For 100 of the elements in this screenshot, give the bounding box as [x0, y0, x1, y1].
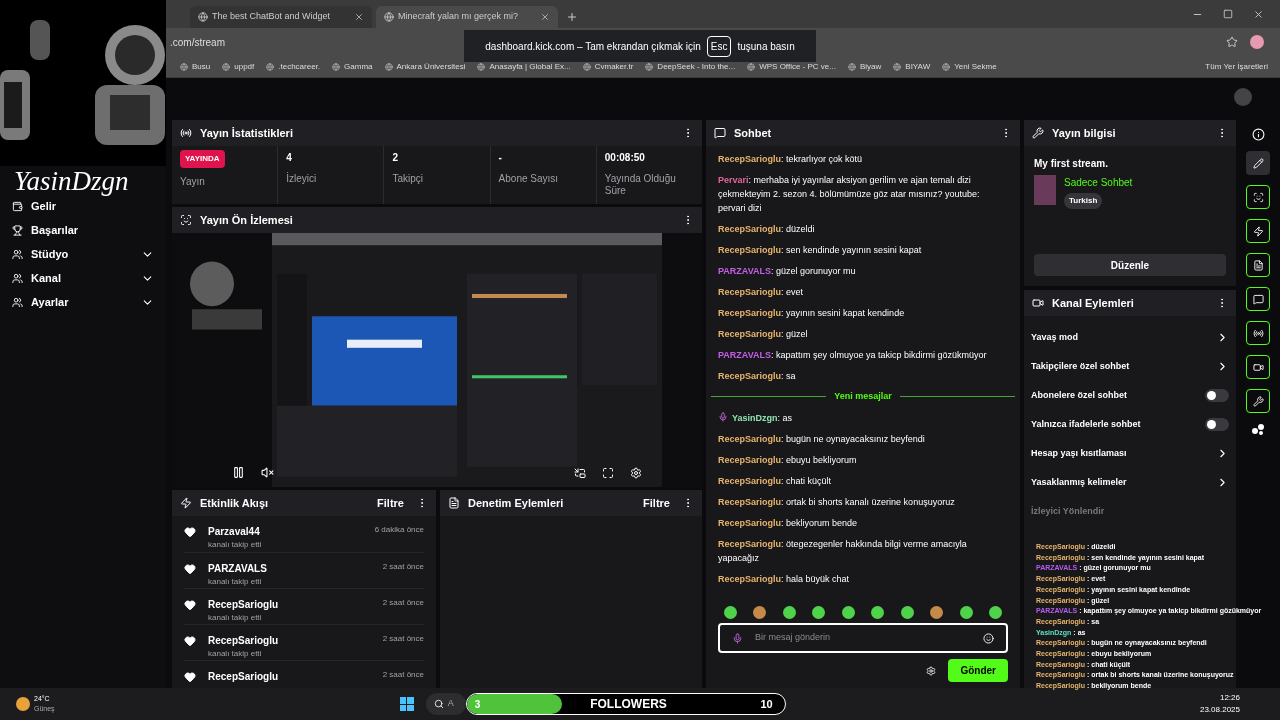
- channel-action-label[interactable]: Yavaş mod: [1031, 330, 1216, 345]
- event-action: kanalı takip etti: [208, 539, 263, 551]
- camera-icon[interactable]: [1246, 355, 1270, 379]
- panel-title: Etkinlik Akışı: [200, 495, 269, 511]
- picture-in-picture-icon[interactable]: [574, 467, 586, 479]
- globe-icon: [942, 62, 951, 71]
- chat-message: RecepSarioglu: bekliyorum bende: [718, 516, 858, 530]
- bookmark-link[interactable]: Gamma: [332, 60, 373, 73]
- bookmark-link[interactable]: Anasayfa | Global Ex...: [477, 60, 571, 73]
- sidebar-item[interactable]: Ayarlar: [31, 293, 133, 311]
- channel-action-label[interactable]: Yalnızca ifadelerle sohbet: [1031, 417, 1205, 432]
- channel-action-label[interactable]: Abonelere özel sohbet: [1031, 388, 1205, 403]
- channel-action-label: İzleyici Yönlendir: [1031, 504, 1106, 518]
- scan-icon: [180, 214, 192, 226]
- edit-icon[interactable]: [1246, 151, 1270, 175]
- heart-icon: [184, 635, 196, 647]
- globe-icon: [332, 62, 341, 71]
- close-icon[interactable]: [354, 12, 364, 22]
- globe-icon: [180, 62, 188, 71]
- bookmark-link[interactable]: Cvmaker.tr: [582, 60, 634, 73]
- sidebar-item[interactable]: Kanal: [31, 269, 133, 287]
- send-button[interactable]: Gönder: [948, 659, 1008, 682]
- emote-icon[interactable]: [930, 606, 944, 619]
- lightning-icon[interactable]: [1246, 219, 1270, 243]
- globe-icon: [893, 62, 902, 71]
- panel-title: Denetim Eylemleri: [468, 495, 564, 511]
- settings-icon[interactable]: [630, 467, 642, 479]
- pause-icon[interactable]: [232, 466, 245, 479]
- browser-tab[interactable]: The best ChatBot and Widget: [190, 6, 372, 28]
- emote-icon[interactable]: [812, 606, 826, 619]
- all-bookmarks-link[interactable]: Tüm Yer İşaretleri: [1205, 60, 1268, 73]
- emote-icon[interactable]: [782, 606, 796, 619]
- new-tab-icon[interactable]: [566, 11, 578, 23]
- avatar-icon[interactable]: [1250, 35, 1264, 49]
- bookmark-link[interactable]: BIYAW: [893, 60, 931, 73]
- globe-icon: [384, 12, 394, 22]
- bookmark-link[interactable]: uppdf: [222, 60, 255, 73]
- toggle-switch[interactable]: [1205, 418, 1229, 431]
- scan-icon[interactable]: [1246, 185, 1270, 209]
- bookmark-link[interactable]: Busu: [180, 60, 211, 73]
- category-link[interactable]: Sadece Sohbet: [1064, 175, 1133, 190]
- emote-icon[interactable]: [724, 606, 737, 619]
- bookmark-link[interactable]: .techcareer.: [266, 60, 321, 73]
- filter-button[interactable]: Filtre: [643, 494, 670, 512]
- channel-action-label[interactable]: Yasaklanmış kelimeler: [1031, 475, 1216, 490]
- emote-icon[interactable]: [900, 606, 914, 619]
- broadcast-icon: [180, 127, 192, 139]
- document-icon: [448, 497, 460, 509]
- panel-title: Kanal Eylemleri: [1052, 295, 1134, 311]
- followers-goal: 10: [760, 696, 773, 712]
- bookmark-link[interactable]: Yeni Sekme: [942, 60, 997, 73]
- maximize-icon[interactable]: [1223, 9, 1233, 19]
- chat-message: RecepSarioglu: yayının sesini kapat kendinde: [718, 307, 905, 320]
- chat-message: RecepSarioglu: ebuyu bekliyorum: [718, 453, 857, 467]
- channel-action-label[interactable]: Hesap yaşı kısıtlaması: [1031, 446, 1216, 461]
- emote-icon[interactable]: [753, 606, 767, 619]
- bookmark-link[interactable]: DeepSeek - Into the...: [645, 60, 736, 73]
- edit-button[interactable]: Düzenle: [1034, 254, 1226, 276]
- message-input[interactable]: Bir mesaj gönderin: [718, 623, 1008, 653]
- taskbar-search[interactable]: A: [425, 693, 466, 715]
- filter-button[interactable]: Filtre: [377, 494, 404, 512]
- sidebar-item[interactable]: Stüdyo: [31, 245, 133, 263]
- sidebar-item[interactable]: Gelir: [31, 197, 154, 215]
- emote-icon[interactable]: [871, 606, 885, 619]
- emote-icon[interactable]: [841, 606, 855, 619]
- keyboard-key: Esc: [706, 35, 732, 57]
- bookmark-link[interactable]: Ankara Üniversitesi: [384, 60, 466, 73]
- chat-message: RecepSarioglu: chati küçült: [718, 474, 832, 488]
- close-icon[interactable]: [540, 12, 550, 22]
- panel-title: Yayın İstatistikleri: [200, 125, 293, 141]
- toggle-switch[interactable]: [1205, 389, 1229, 402]
- settings-icon[interactable]: [926, 665, 937, 676]
- broadcast-icon[interactable]: [1246, 321, 1270, 345]
- windows-icon[interactable]: [399, 697, 414, 711]
- chat-icon[interactable]: [1246, 287, 1270, 311]
- bookmark-link[interactable]: Biyaw: [847, 60, 882, 73]
- emote-icon[interactable]: [959, 606, 973, 619]
- panel-title: Yayın bilgisi: [1052, 125, 1116, 141]
- language-tag: Turkish: [1064, 193, 1103, 209]
- browser-tab[interactable]: Minecraft yalan mı gerçek mi?: [376, 6, 558, 28]
- stat-label: Yayın: [180, 176, 206, 188]
- address-field[interactable]: .com/stream: [170, 34, 225, 50]
- document-icon[interactable]: [1246, 253, 1270, 277]
- event-action: kanalı takip etti: [208, 576, 263, 588]
- bookmark-star-icon[interactable]: [1226, 36, 1238, 48]
- close-icon[interactable]: [1253, 9, 1264, 20]
- fullscreen-icon[interactable]: [602, 467, 614, 479]
- wrench-icon[interactable]: [1246, 389, 1270, 413]
- globe-icon: [198, 12, 208, 22]
- emoji-icon[interactable]: [983, 632, 994, 644]
- info-icon[interactable]: [1251, 128, 1265, 141]
- panel-title: Yayın Ön İzlemesi: [200, 212, 293, 228]
- lightning-icon: [180, 497, 192, 509]
- mute-icon[interactable]: [261, 466, 274, 479]
- bookmark-link[interactable]: WPS Office - PC ve...: [747, 60, 836, 73]
- dots-icon[interactable]: [1251, 423, 1265, 435]
- channel-action-label[interactable]: Takipçilere özel sohbet: [1031, 359, 1216, 374]
- sidebar-item[interactable]: Başarılar: [31, 221, 154, 239]
- stat-label: İzleyici: [286, 173, 318, 185]
- emote-icon[interactable]: [988, 606, 1002, 619]
